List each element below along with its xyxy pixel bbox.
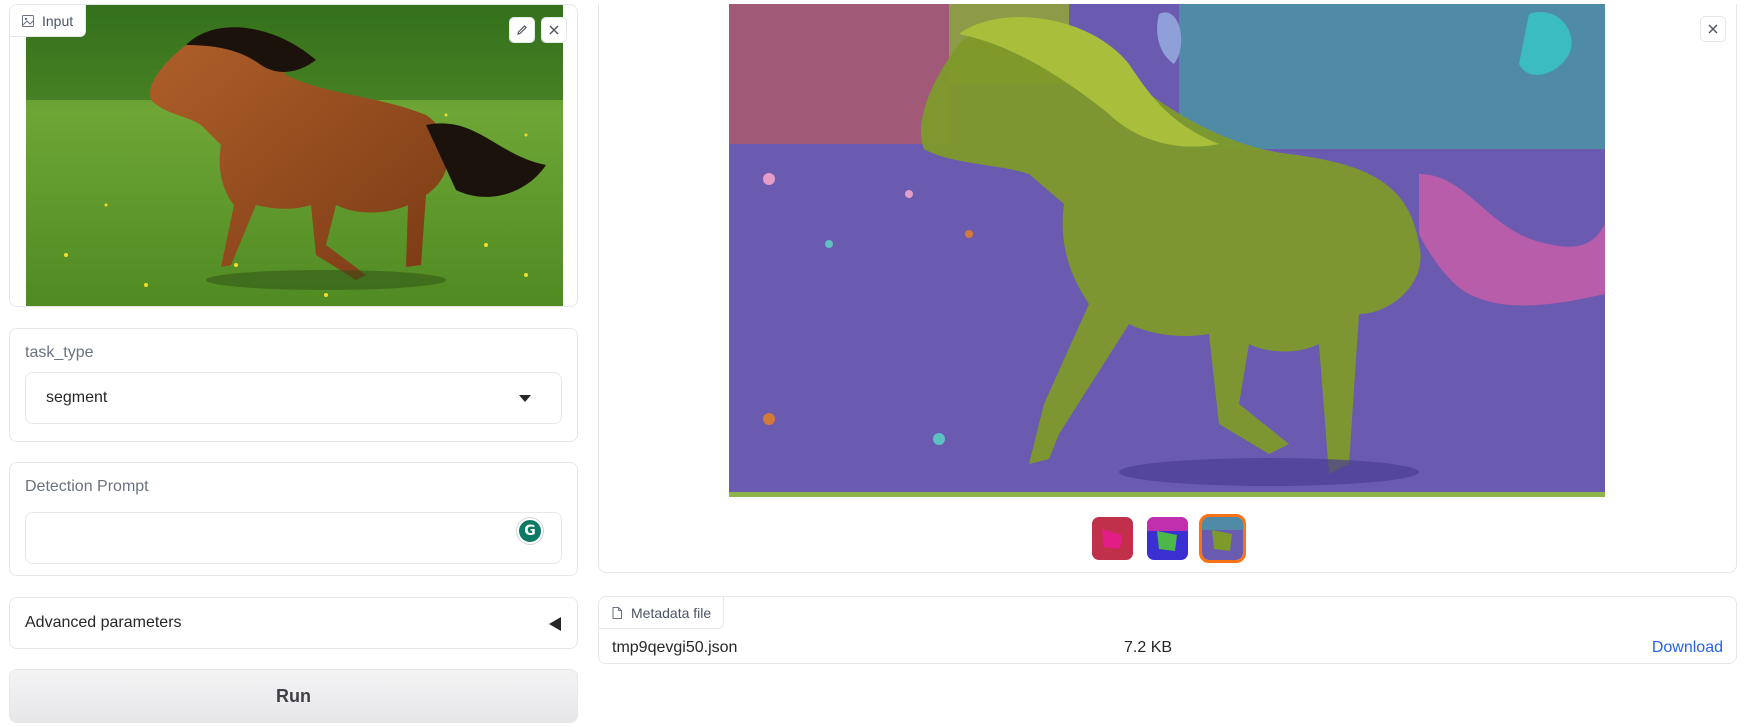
- close-icon: [1708, 24, 1718, 34]
- task-type-label: task_type: [25, 344, 94, 361]
- pencil-icon: [517, 25, 527, 35]
- thumbnail-2[interactable]: [1147, 517, 1188, 560]
- file-icon: [612, 606, 622, 619]
- metadata-file-label: Metadata file: [631, 604, 712, 621]
- advanced-parameters-accordion[interactable]: Advanced parameters: [9, 597, 578, 649]
- input-image-panel: Input: [9, 4, 578, 307]
- run-button-label: Run: [276, 685, 311, 706]
- grammarly-icon[interactable]: G: [517, 518, 543, 544]
- metadata-file-label-tag: Metadata file: [599, 597, 725, 629]
- collapse-arrow-icon: [549, 617, 561, 631]
- thumbnail-1[interactable]: [1092, 517, 1133, 560]
- detection-prompt-block: Detection Prompt G: [9, 462, 578, 576]
- detection-prompt-label: Detection Prompt: [25, 478, 149, 495]
- output-gallery: [598, 4, 1737, 573]
- input-label: Input: [42, 12, 74, 29]
- close-icon: [549, 25, 559, 35]
- image-icon: [22, 14, 34, 27]
- metadata-file-block: Metadata file tmp9qevgi50.json 7.2 KB Do…: [598, 596, 1737, 664]
- edit-button[interactable]: [509, 17, 535, 43]
- task-type-value: segment: [46, 389, 108, 406]
- file-size: 7.2 KB: [1124, 639, 1173, 656]
- close-gallery-button[interactable]: [1700, 16, 1726, 42]
- thumbnail-3-selected[interactable]: [1199, 514, 1246, 563]
- chevron-down-icon: [519, 395, 531, 402]
- advanced-parameters-label: Advanced parameters: [25, 614, 182, 631]
- file-name: tmp9qevgi50.json: [612, 639, 738, 656]
- segmentation-output-image[interactable]: [729, 4, 1605, 497]
- task-type-dropdown[interactable]: segment: [25, 372, 562, 424]
- download-link[interactable]: Download: [1652, 639, 1723, 657]
- detection-prompt-input[interactable]: G: [25, 512, 562, 564]
- file-row: tmp9qevgi50.json 7.2 KB Download: [599, 633, 1736, 663]
- run-button[interactable]: Run: [9, 669, 578, 723]
- clear-image-button[interactable]: [541, 17, 567, 43]
- task-type-block: task_type segment: [9, 328, 578, 442]
- gallery-thumbnails: [599, 514, 1736, 563]
- input-horse-image[interactable]: [26, 5, 563, 306]
- input-label-tag: Input: [10, 5, 87, 37]
